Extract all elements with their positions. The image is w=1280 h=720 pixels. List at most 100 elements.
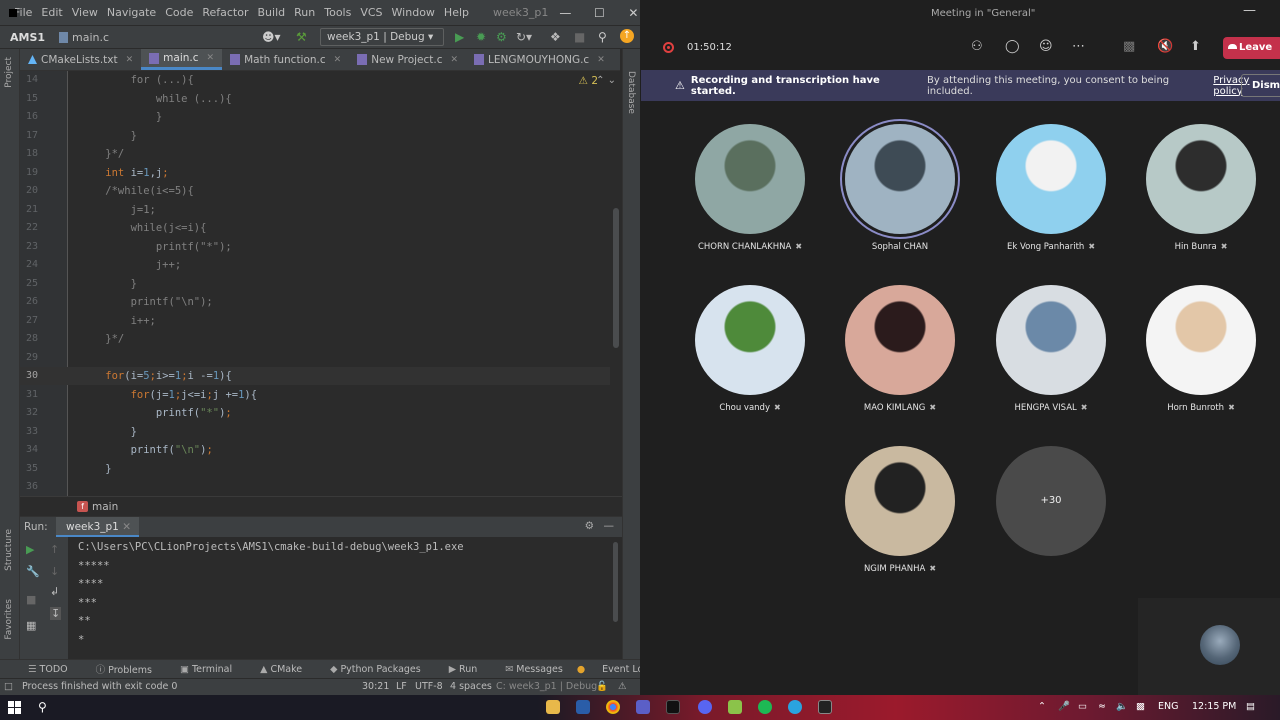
code-line[interactable]: 17 } <box>20 127 610 145</box>
windows-start-icon[interactable] <box>8 701 21 714</box>
participant-avatar[interactable] <box>845 124 955 234</box>
code-line[interactable]: 19 int i=1,j; <box>20 164 610 182</box>
dismiss-button[interactable]: Dismiss <box>1241 74 1280 97</box>
cursor-position[interactable]: 30:21 <box>362 681 389 692</box>
code-line[interactable]: 24 j++; <box>20 256 610 274</box>
stop-run-icon[interactable]: ■ <box>26 593 36 606</box>
code-line[interactable]: 27 i++; <box>20 312 610 330</box>
terminal-icon[interactable] <box>818 700 832 714</box>
editor-tab[interactable]: Math function.c ✕ <box>222 49 349 70</box>
clion-taskbar-icon[interactable] <box>666 700 680 714</box>
indent-setting[interactable]: 4 spaces <box>450 681 492 692</box>
menu-item-build[interactable]: Build <box>258 6 286 19</box>
code-line[interactable]: 21 j=1; <box>20 201 610 219</box>
file-encoding[interactable]: UTF-8 <box>415 681 443 692</box>
wifi-icon[interactable]: ≈ <box>1098 701 1106 712</box>
code-line[interactable]: 15 while (...){ <box>20 90 610 108</box>
app-icon[interactable] <box>728 700 742 714</box>
menu-item-refactor[interactable]: Refactor <box>202 6 248 19</box>
gear-icon[interactable]: ⚙ <box>585 520 594 532</box>
close-icon[interactable]: ✕ <box>616 6 640 20</box>
battery-icon[interactable]: ▭ <box>1078 701 1087 712</box>
debug-icon[interactable]: ✹ <box>476 30 486 44</box>
tool-window-messages[interactable]: ✉ Messages <box>491 664 563 675</box>
profile-icon[interactable]: ↻▾ <box>516 30 532 44</box>
spotify-icon[interactable] <box>758 700 772 714</box>
code-line[interactable]: 30 for(i=5;i>=1;i -=1){ <box>20 367 610 385</box>
run-icon[interactable]: ▶ <box>455 30 464 44</box>
participant-avatar[interactable] <box>996 285 1106 395</box>
more-actions-icon[interactable]: ⋯ <box>1072 39 1085 54</box>
volume-icon[interactable]: 🔈 <box>1116 701 1128 712</box>
menu-item-edit[interactable]: Edit <box>41 6 62 19</box>
file-explorer-icon[interactable] <box>546 700 560 714</box>
code-editor[interactable]: ⚠ 2 ⌃ ⌄ 14 for (...){15 while (...){16 }… <box>20 71 622 496</box>
user-icon[interactable]: ☻▾ <box>262 30 281 44</box>
tool-window-python-packages[interactable]: ◆ Python Packages <box>316 664 421 675</box>
discord-icon[interactable] <box>698 700 712 714</box>
store-icon[interactable] <box>576 700 590 714</box>
participant-avatar[interactable] <box>845 285 955 395</box>
code-line[interactable]: 28 }*/ <box>20 330 610 348</box>
more-participants-button[interactable]: +30 <box>996 446 1106 556</box>
build-project-icon[interactable]: ❖ <box>550 30 561 44</box>
code-line[interactable]: 35 } <box>20 460 610 478</box>
line-separator[interactable]: LF <box>396 681 407 692</box>
code-line[interactable]: 22 while(j<=i){ <box>20 219 610 237</box>
update-icon[interactable]: ↑ <box>620 29 634 43</box>
structure-tool-tab[interactable]: Structure <box>4 529 14 571</box>
clock[interactable]: 12:15 PM <box>1192 701 1236 712</box>
lock-icon[interactable]: 🔓 <box>596 681 608 692</box>
console-scrollbar[interactable] <box>613 542 618 622</box>
participant-avatar[interactable] <box>996 124 1106 234</box>
menu-item-tools[interactable]: Tools <box>324 6 351 19</box>
editor-scrollbar[interactable] <box>613 208 619 348</box>
layout-icon[interactable]: ▦ <box>26 619 36 632</box>
run-console-output[interactable]: C:\Users\PC\CLionProjects\AMS1\cmake-bui… <box>68 537 622 659</box>
notifications-icon[interactable]: ⚠ <box>618 681 627 692</box>
project-tool-tab[interactable]: Project <box>4 57 14 88</box>
camera-off-icon[interactable]: ▩ <box>1123 39 1135 54</box>
teams-icon[interactable] <box>636 700 650 714</box>
nav-project[interactable]: AMS1 <box>10 31 45 44</box>
scroll-up-icon[interactable]: ↑ <box>50 543 59 556</box>
editor-tab[interactable]: main.c ✕ <box>141 49 223 70</box>
search-icon[interactable]: ⚲ <box>38 700 47 714</box>
participant-avatar[interactable] <box>1146 124 1256 234</box>
favorites-tool-tab[interactable]: Favorites <box>4 599 14 640</box>
scroll-to-end-icon[interactable]: ↧ <box>50 607 62 620</box>
run-tab[interactable]: week3_p1 ✕ <box>56 517 140 538</box>
notification-center-icon[interactable]: ▤ <box>1246 701 1255 712</box>
status-square-icon[interactable]: □ <box>4 681 13 692</box>
breadcrumb-function[interactable]: main <box>92 501 118 513</box>
menu-item-view[interactable]: View <box>72 6 98 19</box>
minimize-icon[interactable]: — <box>1243 3 1256 18</box>
editor-tab[interactable]: LENGMOUYHONG.c ✕ <box>466 49 613 70</box>
soft-wrap-icon[interactable]: ↲ <box>50 585 59 598</box>
rerun-icon[interactable]: ▶ <box>26 543 34 556</box>
hide-panel-icon[interactable]: — <box>604 520 615 532</box>
run-configuration-select[interactable]: week3_p1 | Debug ▾ <box>320 28 444 46</box>
scroll-down-icon[interactable]: ↓ <box>50 565 59 578</box>
tool-window-run[interactable]: ▶ Run <box>435 664 478 675</box>
participants-icon[interactable]: ⚇ <box>971 39 983 54</box>
menu-item-vcs[interactable]: VCS <box>360 6 382 19</box>
chrome-icon[interactable] <box>606 700 620 714</box>
maximize-icon[interactable]: ☐ <box>582 6 616 20</box>
close-tab-icon[interactable]: ✕ <box>334 55 342 65</box>
minimize-icon[interactable]: — <box>548 6 582 20</box>
input-language[interactable]: ENG <box>1158 701 1178 712</box>
code-line[interactable]: 34 printf("\n"); <box>20 441 610 459</box>
code-line[interactable]: 36 <box>20 478 610 496</box>
telegram-icon[interactable] <box>788 700 802 714</box>
code-line[interactable]: 25 } <box>20 275 610 293</box>
code-line[interactable]: 33 } <box>20 423 610 441</box>
self-avatar[interactable] <box>1200 625 1240 665</box>
tool-window-problems[interactable]: ⓘ Problems <box>82 662 152 676</box>
editor-tab[interactable]: CMakeLists.txt ✕ <box>20 49 141 70</box>
code-line[interactable]: 32 printf("*"); <box>20 404 610 422</box>
participant-avatar[interactable] <box>845 446 955 556</box>
leave-button[interactable]: Leave <box>1223 37 1280 59</box>
tool-window-cmake[interactable]: ▲ CMake <box>246 664 302 675</box>
tray-mic-icon[interactable]: 🎤 <box>1058 701 1070 712</box>
